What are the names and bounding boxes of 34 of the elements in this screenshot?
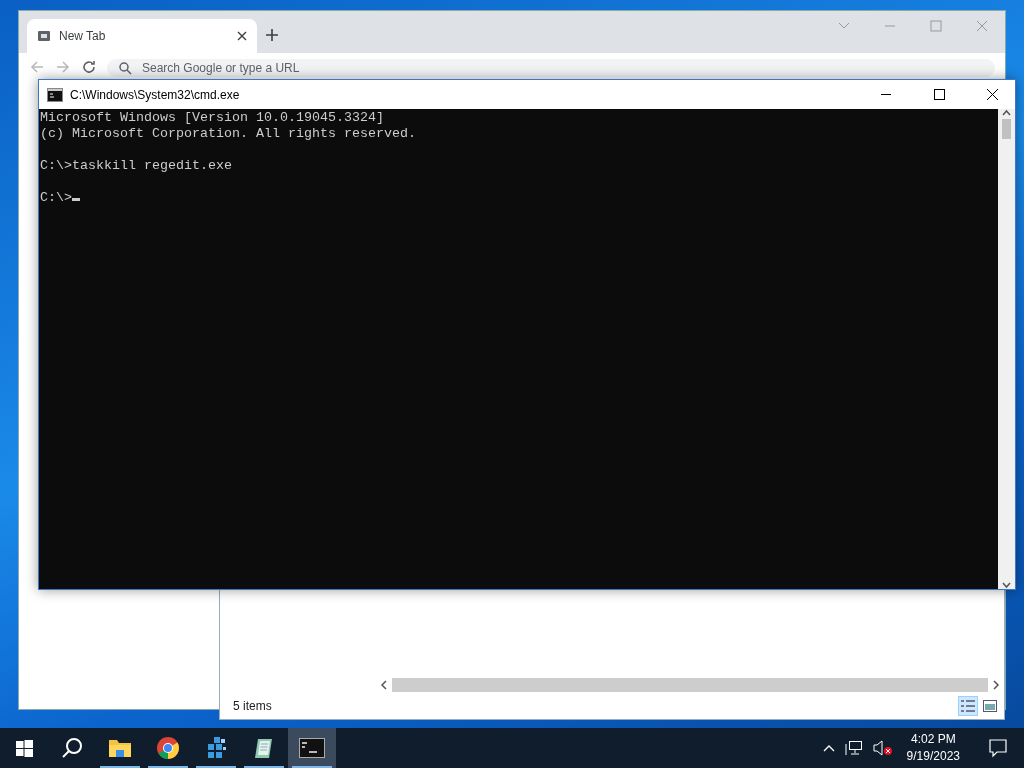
close-icon[interactable] xyxy=(237,31,247,41)
browser-icon xyxy=(156,736,180,760)
scroll-right-icon[interactable] xyxy=(992,680,1000,690)
console-line: Microsoft Windows [Version 10.0.19045.3324] xyxy=(40,110,384,125)
search-icon xyxy=(61,737,83,759)
chevron-up-icon[interactable] xyxy=(822,744,835,752)
console-line: C:\>taskkill regedit.exe xyxy=(40,158,232,173)
reload-icon[interactable] xyxy=(81,59,97,75)
windows-logo-icon xyxy=(15,739,33,757)
status-text: 5 items xyxy=(233,699,273,713)
window-title: C:\Windows\System32\cmd.exe xyxy=(70,87,241,102)
search-icon xyxy=(119,61,132,75)
console-line: C:\> xyxy=(40,190,72,205)
taskbar-app-button[interactable] xyxy=(288,728,336,768)
clock[interactable]: 4:02 PM 9/19/2023 xyxy=(902,731,964,765)
scroll-thumb[interactable] xyxy=(1002,119,1011,139)
folder-icon xyxy=(108,738,132,758)
scroll-up-icon[interactable] xyxy=(1002,109,1011,117)
details-view-icon xyxy=(960,699,976,713)
scroll-left-icon[interactable] xyxy=(380,680,388,690)
speaker-icon[interactable] xyxy=(872,740,893,756)
new-tab-icon[interactable] xyxy=(265,28,279,42)
console-icon xyxy=(299,738,325,758)
preview-view-icon xyxy=(983,700,997,712)
tab-icon xyxy=(37,29,51,43)
browser-tab[interactable]: New Tab xyxy=(27,19,257,53)
scroll-down-icon[interactable] xyxy=(1002,581,1011,589)
console-line: (c) Microsoft Corporation. All rights reserved. xyxy=(40,126,416,141)
console-icon xyxy=(47,87,63,102)
view-button[interactable] xyxy=(958,696,978,716)
vertical-scrollbar[interactable] xyxy=(998,109,1015,589)
network-icon[interactable] xyxy=(844,740,863,756)
address-field[interactable]: Search Google or type a URL xyxy=(107,59,995,77)
horizontal-scrollbar[interactable] xyxy=(392,678,988,692)
